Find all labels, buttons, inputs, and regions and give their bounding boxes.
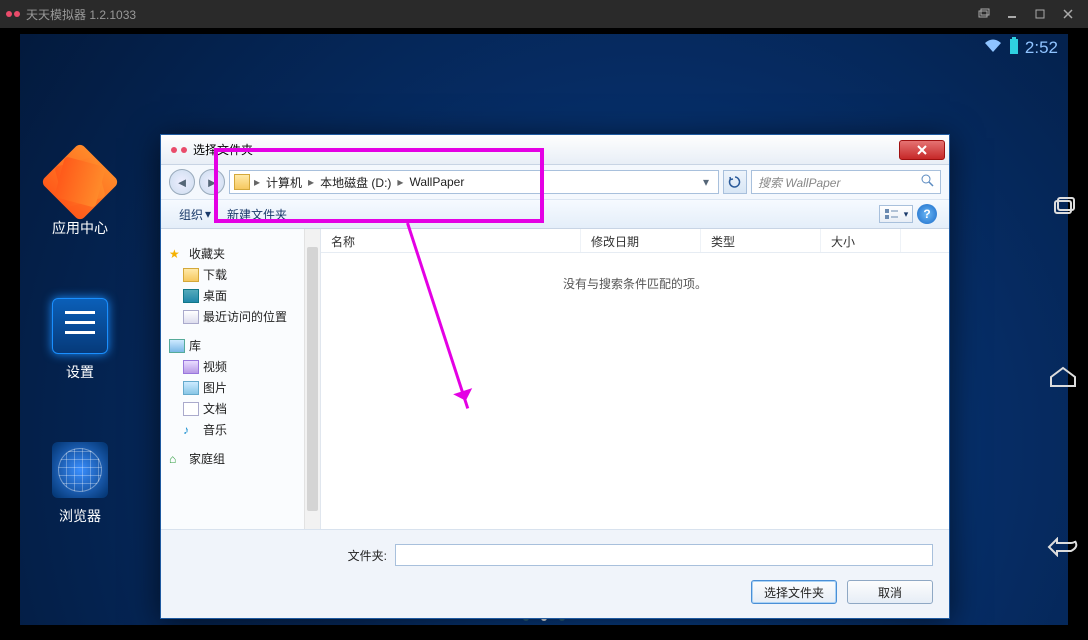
- library-icon: [169, 339, 185, 353]
- launcher-label: 浏览器: [40, 506, 120, 526]
- app-titlebar: 天天模拟器 1.2.1033: [0, 0, 1088, 28]
- tree-recent[interactable]: 最近访问的位置: [165, 306, 316, 327]
- wifi-icon: [983, 38, 1003, 59]
- view-mode-button[interactable]: ▾: [879, 205, 913, 223]
- search-placeholder: 搜索 WallPaper: [758, 174, 840, 191]
- launcher-label: 设置: [40, 362, 120, 382]
- launcher-label: 应用中心: [40, 218, 120, 238]
- launcher-appcenter[interactable]: 应用中心: [40, 154, 120, 238]
- tree-downloads[interactable]: 下载: [165, 264, 316, 285]
- help-button[interactable]: ?: [917, 204, 937, 224]
- folder-icon: [234, 174, 250, 190]
- dialog-toolbar: 组织 ▾ 新建文件夹 ▾ ?: [161, 199, 949, 229]
- android-home-button[interactable]: [1040, 354, 1086, 400]
- settings-icon: [52, 298, 108, 354]
- chevron-right-icon: ▸: [254, 175, 260, 189]
- search-input[interactable]: 搜索 WallPaper: [751, 170, 941, 194]
- folder-icon: [183, 268, 199, 282]
- tree-pictures[interactable]: 图片: [165, 377, 316, 398]
- tree-favorites[interactable]: ★收藏夹: [165, 243, 316, 264]
- launcher-column: 应用中心 设置 浏览器: [20, 154, 140, 526]
- android-recents-button[interactable]: [1040, 184, 1086, 230]
- dialog-title: 选择文件夹: [193, 141, 253, 158]
- nav-forward-button[interactable]: ►: [199, 169, 225, 195]
- tree-desktop[interactable]: 桌面: [165, 285, 316, 306]
- list-header: 名称 修改日期 类型 大小: [321, 229, 949, 253]
- nav-tree: ★收藏夹 下载 桌面 最近访问的位置 库 视频 图片 文档 ♪音乐 ⌂家庭组: [161, 229, 321, 529]
- launcher-browser[interactable]: 浏览器: [40, 442, 120, 526]
- chevron-down-icon: ▾: [205, 207, 211, 221]
- dialog-titlebar[interactable]: 选择文件夹: [161, 135, 949, 165]
- app-logo-icon: [6, 7, 20, 21]
- dialog-footer: 文件夹: 选择文件夹 取消: [161, 529, 949, 618]
- folder-label: 文件夹:: [177, 547, 387, 564]
- search-icon: [921, 174, 934, 190]
- clock: 2:52: [1025, 38, 1058, 58]
- emulator-viewport: 2:52 应用中心 设置 浏览器 选择文件夹: [20, 34, 1068, 625]
- cancel-button[interactable]: 取消: [847, 580, 933, 604]
- appcenter-icon: [40, 142, 119, 221]
- android-statusbar: 2:52: [20, 34, 1068, 62]
- select-folder-button[interactable]: 选择文件夹: [751, 580, 837, 604]
- desktop-icon: [183, 289, 199, 303]
- folder-input[interactable]: [395, 544, 933, 566]
- dialog-icon: [171, 142, 187, 158]
- nav-back-button[interactable]: ◄: [169, 169, 195, 195]
- organize-button[interactable]: 组织 ▾: [173, 203, 217, 226]
- tree-homegroup[interactable]: ⌂家庭组: [165, 448, 316, 469]
- address-bar[interactable]: ▸ 计算机 ▸ 本地磁盘 (D:) ▸ WallPaper ▾: [229, 170, 719, 194]
- homegroup-icon: ⌂: [169, 452, 185, 466]
- app-minimize-button[interactable]: [998, 4, 1026, 24]
- app-maximize-button[interactable]: [1026, 4, 1054, 24]
- newfolder-button[interactable]: 新建文件夹: [221, 203, 293, 226]
- file-dialog: 选择文件夹 ◄ ► ▸ 计算机 ▸ 本地磁盘 (D:) ▸ WallPaper …: [160, 134, 950, 619]
- music-icon: ♪: [183, 423, 199, 437]
- col-date[interactable]: 修改日期: [581, 229, 701, 252]
- refresh-button[interactable]: [723, 170, 747, 194]
- star-icon: ★: [169, 247, 185, 261]
- recent-icon: [183, 310, 199, 324]
- tree-scrollbar[interactable]: [304, 229, 320, 529]
- dialog-body: ★收藏夹 下载 桌面 最近访问的位置 库 视频 图片 文档 ♪音乐 ⌂家庭组 名…: [161, 229, 949, 529]
- col-size[interactable]: 大小: [821, 229, 901, 252]
- address-dropdown-icon[interactable]: ▾: [698, 175, 714, 189]
- file-list: 名称 修改日期 类型 大小 没有与搜索条件匹配的项。: [321, 229, 949, 529]
- chevron-down-icon: ▾: [904, 209, 909, 220]
- breadcrumb-segment[interactable]: WallPaper: [407, 175, 466, 189]
- picture-icon: [183, 381, 199, 395]
- empty-message: 没有与搜索条件匹配的项。: [321, 253, 949, 314]
- launcher-settings[interactable]: 设置: [40, 298, 120, 382]
- tree-music[interactable]: ♪音乐: [165, 419, 316, 440]
- app-snap-button[interactable]: [970, 4, 998, 24]
- android-back-button[interactable]: [1040, 524, 1086, 570]
- dialog-close-button[interactable]: [899, 140, 945, 160]
- breadcrumb-segment[interactable]: 计算机: [264, 174, 304, 191]
- document-icon: [183, 402, 199, 416]
- tree-libraries[interactable]: 库: [165, 335, 316, 356]
- chevron-right-icon: ▸: [308, 175, 314, 189]
- col-name[interactable]: 名称: [321, 229, 581, 252]
- breadcrumb-segment[interactable]: 本地磁盘 (D:): [318, 174, 393, 191]
- app-close-button[interactable]: [1054, 4, 1082, 24]
- chevron-right-icon: ▸: [397, 175, 403, 189]
- app-title: 天天模拟器 1.2.1033: [26, 6, 136, 23]
- browser-icon: [52, 442, 108, 498]
- col-type[interactable]: 类型: [701, 229, 821, 252]
- tree-videos[interactable]: 视频: [165, 356, 316, 377]
- video-icon: [183, 360, 199, 374]
- battery-icon: [1009, 37, 1019, 60]
- tree-documents[interactable]: 文档: [165, 398, 316, 419]
- dialog-navbar: ◄ ► ▸ 计算机 ▸ 本地磁盘 (D:) ▸ WallPaper ▾ 搜索 W…: [161, 165, 949, 199]
